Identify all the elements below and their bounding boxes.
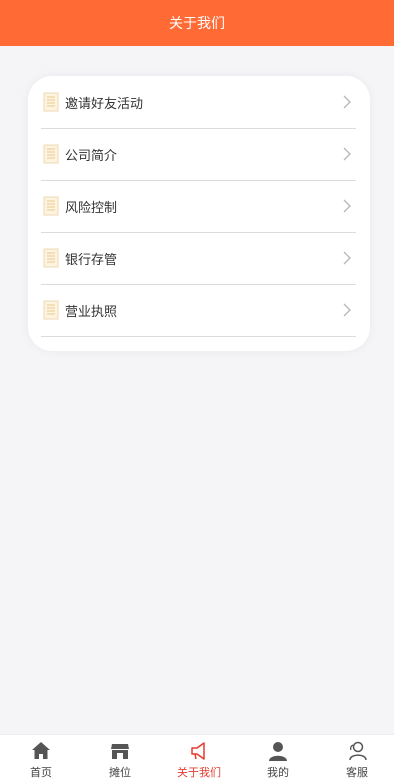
menu-item-bank-custody[interactable]: 银行存管 xyxy=(41,232,356,285)
store-icon xyxy=(111,744,129,759)
menu-item-label: 银行存管 xyxy=(65,252,118,268)
tab-label: 我的 xyxy=(267,766,289,779)
bottom-tab-bar: 首页 摊位 关于我们 我的 客服 xyxy=(0,734,394,784)
tab-label: 首页 xyxy=(30,766,52,779)
chevron-right-icon xyxy=(343,251,351,265)
document-icon xyxy=(43,300,59,320)
megaphone-icon xyxy=(191,742,205,760)
menu-item-label: 公司简介 xyxy=(65,148,118,164)
menu-item-company-profile[interactable]: 公司简介 xyxy=(41,128,356,181)
tab-about-us[interactable]: 关于我们 xyxy=(160,735,238,784)
chevron-right-icon xyxy=(343,303,351,317)
tab-home[interactable]: 首页 xyxy=(2,735,80,784)
tab-mine[interactable]: 我的 xyxy=(239,735,317,784)
about-menu-card: 邀请好友活动 公司简介 风险控制 银行存管 营业执照 xyxy=(28,76,370,351)
home-icon xyxy=(32,742,50,759)
document-icon xyxy=(43,196,59,216)
document-icon xyxy=(43,144,59,164)
menu-item-label: 风险控制 xyxy=(65,200,118,216)
page-title: 关于我们 xyxy=(169,16,225,32)
tab-label: 摊位 xyxy=(109,766,131,779)
menu-item-business-license[interactable]: 营业执照 xyxy=(41,284,356,337)
tab-label: 客服 xyxy=(346,766,368,779)
customer-service-icon xyxy=(349,741,367,761)
chevron-right-icon xyxy=(343,147,351,161)
menu-item-invite-friends[interactable]: 邀请好友活动 xyxy=(41,76,356,129)
chevron-right-icon xyxy=(343,199,351,213)
tab-stalls[interactable]: 摊位 xyxy=(81,735,159,784)
menu-item-label: 营业执照 xyxy=(65,304,118,320)
menu-item-label: 邀请好友活动 xyxy=(65,96,144,112)
app-header: 关于我们 xyxy=(0,0,394,46)
document-icon xyxy=(43,248,59,268)
tab-label: 关于我们 xyxy=(177,766,221,779)
chevron-right-icon xyxy=(343,95,351,109)
document-icon xyxy=(43,92,59,112)
menu-item-risk-control[interactable]: 风险控制 xyxy=(41,180,356,233)
user-icon xyxy=(269,742,287,761)
tab-customer-service[interactable]: 客服 xyxy=(318,735,394,784)
